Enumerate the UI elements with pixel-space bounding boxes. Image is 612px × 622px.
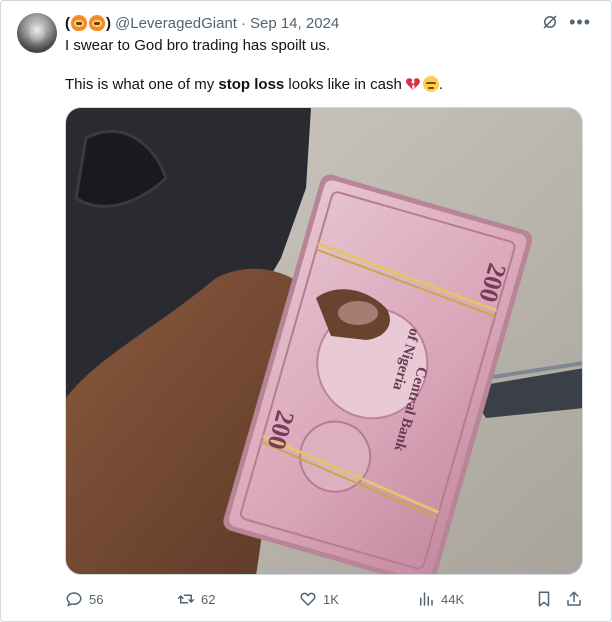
bookmark-icon (538, 591, 550, 607)
views-button[interactable]: 44K (417, 587, 464, 611)
tweet-text-line1: I swear to God bro trading has spoilt us… (65, 37, 331, 54)
separator-dot: · (240, 14, 246, 32)
like-icon (300, 592, 316, 607)
tweet-header: ( ) @LeveragedGiant · Sep 14, 2024 (65, 13, 339, 33)
tweet-photo[interactable]: 200 Central Bank of Nigeria 200 (65, 107, 583, 575)
bookmark-button[interactable] (535, 587, 553, 611)
more-icon[interactable]: ••• (569, 13, 591, 31)
like-count: 1K (323, 591, 339, 607)
pensive-face-icon (422, 76, 439, 92)
bold-text: stop loss (218, 76, 285, 93)
retweet-icon (177, 594, 195, 604)
grok-icon[interactable] (541, 13, 559, 31)
emoji-icon (89, 15, 105, 31)
display-name[interactable]: ( ) (65, 15, 111, 32)
tweet-card[interactable]: ( ) @LeveragedGiant · Sep 14, 2024 ••• I… (0, 0, 612, 622)
share-icon (567, 591, 581, 606)
retweet-count: 62 (201, 591, 216, 607)
broken-heart-icon (405, 78, 420, 90)
reply-button[interactable]: 56 (65, 587, 103, 611)
emoji-icon (71, 15, 87, 31)
share-button[interactable] (565, 587, 583, 611)
header-icons: ••• (541, 13, 591, 31)
reply-icon (66, 592, 82, 607)
user-handle[interactable]: @LeveragedGiant (115, 15, 237, 32)
retweet-button[interactable]: 62 (177, 587, 215, 611)
action-bar: 56 62 1K 44K (65, 587, 585, 611)
tweet-date[interactable]: Sep 14, 2024 (250, 15, 339, 32)
views-count: 44K (441, 591, 465, 607)
like-button[interactable]: 1K (299, 587, 339, 611)
banknote-photo: 200 Central Bank of Nigeria 200 (66, 108, 582, 574)
views-icon (420, 592, 433, 606)
avatar[interactable] (17, 13, 57, 53)
reply-count: 56 (89, 591, 104, 607)
tweet-text-line2: This is what one of my stop loss looks l… (65, 76, 443, 93)
